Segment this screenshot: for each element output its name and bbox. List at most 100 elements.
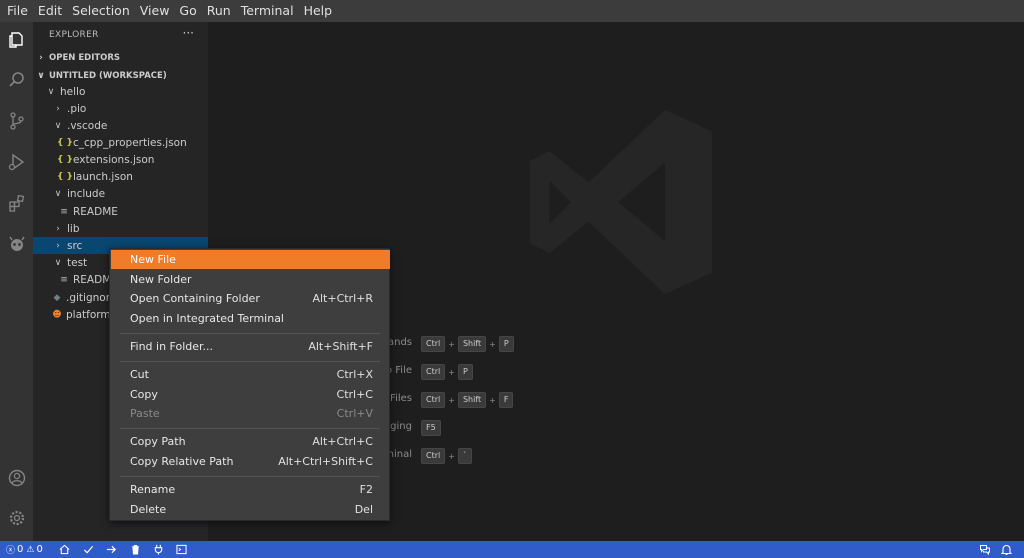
menu-selection[interactable]: Selection: [67, 0, 135, 22]
key-cap: P: [498, 336, 514, 352]
trash-icon[interactable]: [130, 541, 141, 558]
tree-label: launch.json: [73, 170, 133, 183]
key-cap: Shift: [457, 392, 487, 408]
ctx-label: Copy Path: [130, 435, 186, 448]
ctx-rename[interactable]: Rename F2: [111, 480, 390, 499]
menu-file[interactable]: File: [2, 0, 33, 22]
tree-label: .vscode: [67, 119, 108, 132]
ctx-find-in-folder[interactable]: Find in Folder... Alt+Shift+F: [111, 337, 390, 356]
shortcut-keys: Ctrl + Shift + F: [421, 392, 514, 408]
ctx-separator: [120, 361, 380, 362]
platformio-icon[interactable]: [0, 226, 33, 262]
plug-icon[interactable]: [153, 541, 164, 558]
ctx-open-containing-folder[interactable]: Open Containing Folder Alt+Ctrl+R: [111, 289, 390, 308]
warning-count: 0: [36, 544, 43, 555]
ctx-copy-relative-path[interactable]: Copy Relative Path Alt+Ctrl+Shift+C: [111, 452, 390, 471]
ctx-shortcut: F2: [359, 483, 373, 496]
ctx-shortcut: Alt+Ctrl+Shift+C: [278, 455, 373, 468]
activity-bar: [0, 22, 33, 541]
menu-go[interactable]: Go: [174, 0, 201, 22]
ctx-paste[interactable]: Paste Ctrl+V: [111, 404, 390, 423]
menu-terminal[interactable]: Terminal: [236, 0, 299, 22]
menu-bar: File Edit Selection View Go Run Terminal…: [0, 0, 1024, 22]
key-cap: Ctrl: [421, 392, 446, 408]
account-icon[interactable]: [0, 460, 33, 496]
ctx-shortcut: Del: [354, 503, 373, 516]
problems-indicator[interactable]: ⓧ 0 ⚠ 0: [6, 541, 43, 558]
ctx-label: Copy: [130, 388, 158, 401]
ctx-separator: [120, 428, 380, 429]
tree-file-launch[interactable]: { } launch.json: [33, 168, 208, 185]
ctx-shortcut: Alt+Ctrl+C: [312, 435, 373, 448]
search-icon[interactable]: [0, 62, 33, 98]
menu-edit[interactable]: Edit: [33, 0, 67, 22]
arrow-right-icon[interactable]: [106, 541, 117, 558]
chevron-right-icon: ›: [56, 223, 60, 234]
home-icon[interactable]: [59, 541, 70, 558]
ctx-cut[interactable]: Cut Ctrl+X: [111, 365, 390, 384]
warning-icon: ⚠: [26, 544, 35, 555]
ctx-delete[interactable]: Delete Del: [111, 500, 390, 519]
tree-file-extensions[interactable]: { } extensions.json: [33, 151, 208, 168]
tree-label: README: [73, 205, 118, 218]
ctx-label: Copy Relative Path: [130, 455, 234, 468]
platformio-file-icon: ☻: [52, 309, 62, 320]
settings-gear-icon[interactable]: [0, 500, 33, 536]
ctx-new-folder[interactable]: New Folder: [111, 270, 390, 289]
ctx-new-file[interactable]: New File: [111, 250, 390, 269]
run-debug-icon[interactable]: [0, 144, 33, 180]
ctx-separator: [120, 333, 380, 334]
open-editors-header[interactable]: › OPEN EDITORS: [33, 49, 208, 67]
chevron-right-icon: ›: [39, 53, 43, 63]
files-icon[interactable]: [0, 22, 33, 58]
explorer-title: EXPLORER: [49, 30, 99, 40]
check-icon[interactable]: [83, 541, 94, 558]
key-cap: Ctrl: [421, 336, 446, 352]
source-control-icon[interactable]: [0, 103, 33, 139]
bell-icon[interactable]: [1001, 541, 1012, 558]
feedback-icon[interactable]: [979, 541, 991, 558]
tree-folder-lib[interactable]: › lib: [33, 220, 208, 237]
context-menu: New File New Folder Open Containing Fold…: [109, 248, 390, 521]
menu-help[interactable]: Help: [299, 0, 338, 22]
error-count: 0: [17, 544, 24, 555]
vscode-logo-watermark-icon: [529, 109, 713, 295]
tree-label: c_cpp_properties.json: [73, 136, 187, 149]
key-cap: Shift: [457, 336, 487, 352]
tree-folder-vscode[interactable]: ∨ .vscode: [33, 117, 208, 134]
shortcut-keys: Ctrl + `: [421, 448, 472, 464]
key-cap: Ctrl: [421, 448, 446, 464]
key-cap: Ctrl: [421, 364, 446, 380]
extensions-icon[interactable]: [0, 185, 33, 221]
ctx-open-in-terminal[interactable]: Open in Integrated Terminal: [111, 309, 390, 328]
ctx-copy[interactable]: Copy Ctrl+C: [111, 385, 390, 404]
menu-run[interactable]: Run: [202, 0, 236, 22]
workspace-label: UNTITLED (WORKSPACE): [49, 71, 167, 81]
tree-folder-pio[interactable]: › .pio: [33, 100, 208, 117]
json-file-icon: { }: [57, 154, 73, 165]
tree-label: lib: [67, 222, 80, 235]
tree-file-readme-include[interactable]: ≡ README: [33, 203, 208, 220]
git-file-icon: ◆: [53, 292, 61, 303]
readme-file-icon: ≡: [60, 206, 68, 217]
ctx-label: Paste: [130, 407, 160, 420]
terminal-icon[interactable]: [176, 541, 187, 558]
menu-view[interactable]: View: [135, 0, 175, 22]
more-actions-icon[interactable]: ···: [183, 26, 194, 40]
tree-label: test: [67, 256, 88, 269]
ctx-label: Rename: [130, 483, 176, 496]
ctx-shortcut: Ctrl+V: [336, 407, 373, 420]
tree-folder-hello[interactable]: ∨ hello: [33, 83, 208, 100]
json-file-icon: { }: [57, 137, 73, 148]
ctx-label: Delete: [130, 503, 167, 516]
ctx-label: New File: [130, 253, 176, 266]
tree-label: hello: [60, 85, 86, 98]
shortcut-keys: Ctrl + P: [421, 364, 473, 380]
ctx-shortcut: Alt+Shift+F: [308, 340, 373, 353]
tree-folder-include[interactable]: ∨ include: [33, 185, 208, 202]
ctx-copy-path[interactable]: Copy Path Alt+Ctrl+C: [111, 432, 390, 451]
shortcut-keys: Ctrl + Shift + P: [421, 336, 514, 352]
tree-label: include: [67, 187, 106, 200]
tree-file-c-cpp-properties[interactable]: { } c_cpp_properties.json: [33, 134, 208, 151]
readme-file-icon: ≡: [60, 274, 68, 285]
